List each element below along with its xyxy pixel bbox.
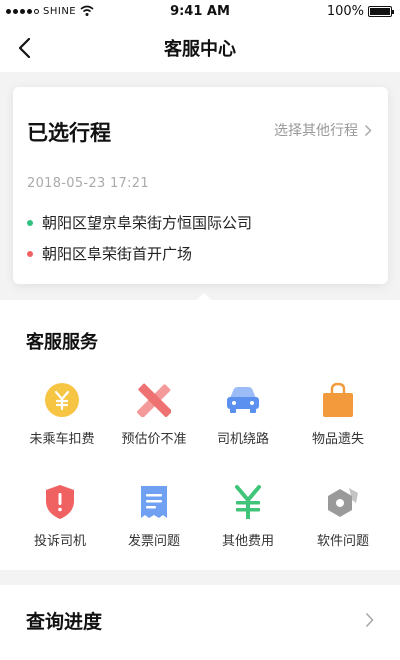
service-label: 发票问题 <box>127 534 180 549</box>
service-label: 软件问题 <box>316 534 369 549</box>
battery-fill <box>370 8 390 15</box>
gear-hex-icon <box>323 482 363 522</box>
chevron-left-icon <box>18 37 31 59</box>
service-item-lost-items[interactable]: 物品遗失 <box>288 380 388 460</box>
service-label: 预估价不准 <box>121 432 187 447</box>
end-dot-icon <box>27 250 33 257</box>
trip-end-row: 朝阳区阜荣街首开广场 <box>27 243 192 264</box>
select-other-trip-label: 选择其他行程 <box>274 123 358 139</box>
service-item-complain-driver[interactable]: 投诉司机 <box>10 482 110 562</box>
service-item-driver-detour[interactable]: 司机绕路 <box>193 380 293 460</box>
back-button[interactable] <box>10 34 38 62</box>
trip-card-title: 已选行程 <box>27 121 111 145</box>
status-bar: SHINE 9:41 AM 100% <box>0 0 400 24</box>
nav-bar: 客服中心 <box>0 24 400 72</box>
query-progress-title: 查询进度 <box>26 611 103 633</box>
service-section: 客服服务 未乘车扣费 预估价不准 司机绕路 物品遗失 投诉司机 发票问题 其他费… <box>0 300 400 570</box>
yen-icon <box>228 482 268 522</box>
selected-trip-card: 已选行程 选择其他行程 2018-05-23 17:21 朝阳区望京阜荣街方恒国… <box>13 87 388 284</box>
service-label: 未乘车扣费 <box>29 432 95 447</box>
service-label: 投诉司机 <box>33 534 86 549</box>
chevron-right-icon <box>365 612 374 628</box>
service-item-other-fees[interactable]: 其他费用 <box>198 482 298 562</box>
service-item-price-estimate[interactable]: 预估价不准 <box>104 380 204 460</box>
service-section-title: 客服服务 <box>26 332 98 353</box>
yen-coin-icon <box>42 380 82 420</box>
query-progress-row[interactable]: 查询进度 <box>0 585 400 660</box>
trip-start-address: 朝阳区望京阜荣街方恒国际公司 <box>42 214 253 232</box>
battery-icon <box>368 6 394 17</box>
shield-alert-icon <box>40 482 80 522</box>
service-item-software-issue[interactable]: 软件问题 <box>293 482 393 562</box>
trip-start-row: 朝阳区望京阜荣街方恒国际公司 <box>27 212 252 233</box>
cross-mark-icon <box>134 380 174 420</box>
trip-datetime: 2018-05-23 17:21 <box>27 176 149 191</box>
select-other-trip-link[interactable]: 选择其他行程 <box>274 120 372 140</box>
car-icon <box>223 380 263 420</box>
service-label: 司机绕路 <box>216 432 269 447</box>
service-item-invoice[interactable]: 发票问题 <box>104 482 204 562</box>
start-dot-icon <box>27 219 33 226</box>
page-title: 客服中心 <box>164 39 236 60</box>
chevron-right-icon <box>364 124 372 136</box>
receipt-icon <box>134 482 174 522</box>
status-right: 100% <box>326 4 394 19</box>
service-label: 物品遗失 <box>311 432 364 447</box>
card-pointer <box>197 293 211 300</box>
shopping-bag-icon <box>318 380 358 420</box>
service-item-no-ride-charge[interactable]: 未乘车扣费 <box>12 380 112 460</box>
trip-end-address: 朝阳区阜荣街首开广场 <box>42 245 193 263</box>
battery-percent: 100% <box>326 4 364 19</box>
service-label: 其他费用 <box>221 534 274 549</box>
